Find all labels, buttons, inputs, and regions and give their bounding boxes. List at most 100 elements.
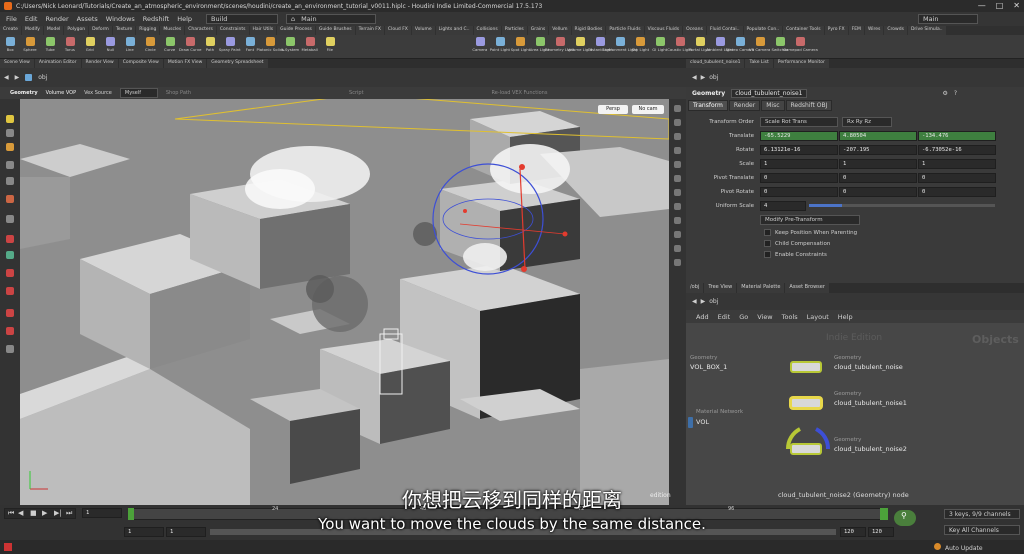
shading-icon[interactable] (674, 133, 681, 140)
back-icon[interactable]: ◀ (4, 74, 9, 81)
wireframe-icon[interactable] (674, 147, 681, 154)
tab-geometry-spreadsheet[interactable]: Geometry Spreadsheet (207, 59, 268, 68)
shelf-tool[interactable]: GI Light (650, 35, 670, 58)
shelf-tool[interactable]: Circle (140, 35, 160, 58)
param-field-x[interactable]: 6.13121e-16 (760, 144, 838, 155)
shelf-tool[interactable]: Distant Light (588, 35, 612, 58)
shelf-tab[interactable]: Rigging (136, 26, 160, 35)
param-field-x[interactable]: 0 (760, 186, 838, 197)
net-menu-view[interactable]: View (757, 313, 772, 321)
shelf-tab[interactable]: Crowds (884, 26, 907, 35)
node-name-field[interactable]: cloud_tubulent_noise1 (731, 88, 807, 98)
param-field-x[interactable]: 0 (760, 172, 838, 183)
node-cloud-tubulent-noise1[interactable] (790, 397, 822, 409)
build-dropdown[interactable]: Build (206, 14, 279, 24)
shelf-tab[interactable]: Rigid Bodies (571, 26, 606, 35)
shelf-tool[interactable]: Torus (60, 35, 80, 58)
menu-help[interactable]: Help (177, 15, 192, 23)
uniform-scale-slider[interactable] (809, 204, 995, 207)
shelf-tab[interactable]: Vellum (549, 26, 571, 35)
myself-dropdown[interactable]: Myself (119, 88, 158, 98)
net-menu-add[interactable]: Add (696, 313, 709, 321)
param-field-y[interactable]: 0 (839, 186, 917, 197)
shelf-tab[interactable]: Terrain FX (355, 26, 384, 35)
shelf-tool[interactable]: File (320, 35, 340, 58)
shelf-tab[interactable]: Texture (112, 26, 136, 35)
shelf-tool[interactable]: VR Camera (749, 35, 771, 58)
shelf-tab[interactable]: Lights and C.. (435, 26, 473, 35)
bounds-icon[interactable] (674, 259, 681, 266)
shelf-tab[interactable]: Viscous Fluids (644, 26, 683, 35)
param-field-z[interactable]: 0 (918, 172, 996, 183)
shelf-tab[interactable]: Volume (411, 26, 435, 35)
shelf-tab[interactable]: Pyro FX (824, 26, 848, 35)
shelf-tool[interactable]: Portal Light (689, 35, 711, 58)
tab-scene-view[interactable]: Scene View (0, 59, 34, 68)
main-dropdown[interactable]: ⌂ Main (286, 14, 377, 24)
param-field-z[interactable]: 0 (918, 186, 996, 197)
camera-tool-icon[interactable] (6, 327, 14, 335)
scale-tool-icon[interactable] (6, 161, 14, 169)
shelf-tab[interactable]: Grains (527, 26, 549, 35)
node-cloud-tubulent-noise[interactable] (790, 361, 822, 373)
gear-icon[interactable]: ⚙ (943, 90, 948, 97)
tab-material-palette[interactable]: Material Palette (737, 283, 785, 293)
subtab-misc[interactable]: Misc (761, 100, 785, 111)
tab-obj[interactable]: /obj (686, 283, 704, 293)
move-tool-icon[interactable] (6, 129, 14, 137)
shelf-tool[interactable]: Path (200, 35, 220, 58)
shelf-tool[interactable]: Ambient Light (707, 35, 733, 58)
param-field-y[interactable]: 1 (839, 158, 917, 169)
shelf-tool[interactable]: Point Light (490, 35, 510, 58)
network-path[interactable]: obj (709, 298, 718, 305)
shelf-tool[interactable]: Spray Paint (219, 35, 241, 58)
net-menu-layout[interactable]: Layout (807, 313, 829, 321)
shelf-tab[interactable]: Hair Utils (249, 26, 277, 35)
shelf-tool[interactable]: Metaball (300, 35, 320, 58)
forward-icon[interactable]: ▶ (15, 74, 20, 81)
persp-button[interactable]: Persp (598, 105, 628, 114)
param-path[interactable]: obj (709, 74, 718, 81)
shelf-tool[interactable]: Switcher (770, 35, 790, 58)
shelf-tool[interactable]: Draw Curve (179, 35, 201, 58)
param-field-z[interactable]: -6.73052e-16 (918, 144, 996, 155)
shelf-tool[interactable]: Geometry Light (545, 35, 575, 58)
net-menu-help[interactable]: Help (838, 313, 853, 321)
shelf-tab[interactable]: Modify (21, 26, 43, 35)
camera-view-icon[interactable] (674, 189, 681, 196)
close-button[interactable]: ✕ (1013, 1, 1020, 10)
light-tool-icon[interactable] (6, 309, 14, 317)
shelf-tab[interactable]: Cloud FX (384, 26, 411, 35)
flipbook-icon[interactable] (674, 217, 681, 224)
network-editor[interactable]: Indie Edition Objects Geometry VOL_BOX_1… (686, 323, 1024, 505)
render-tool-icon[interactable] (6, 345, 14, 353)
shelf-tab[interactable]: Model (43, 26, 64, 35)
shelf-tab[interactable]: Muscles (160, 26, 185, 35)
shelf-tab[interactable]: Create (0, 26, 21, 35)
menu-redshift[interactable]: Redshift (143, 15, 169, 23)
shelf-tab[interactable]: Oceans (683, 26, 706, 35)
shelf-tab[interactable]: Characters (185, 26, 216, 35)
transform-order-dropdown[interactable]: Scale Rot Trans (760, 116, 838, 127)
minimize-button[interactable]: — (978, 1, 986, 10)
auto-update-dropdown[interactable]: Auto Update (934, 543, 983, 552)
tab-tree-view[interactable]: Tree View (704, 283, 737, 293)
subtab-render[interactable]: Render (728, 100, 761, 111)
shelf-tool[interactable]: Spot Light (510, 35, 530, 58)
display-options-icon[interactable] (674, 105, 681, 112)
reload-vex-button[interactable]: Re-load VEX Functions (492, 90, 548, 96)
shelf-tool[interactable]: Box (0, 35, 20, 58)
uniform-scale-field[interactable]: 4 (760, 200, 806, 211)
rot-order-dropdown[interactable]: Rx Ry Rz (842, 116, 892, 127)
shelf-tool[interactable]: Caustic Light (668, 35, 692, 58)
handle-tool-icon[interactable] (6, 195, 14, 203)
shelf-tool[interactable]: Environment Light (602, 35, 638, 58)
param-field-x[interactable]: 1 (760, 158, 838, 169)
shelf-tab[interactable]: Collisions (473, 26, 501, 35)
scene-viewport[interactable] (20, 99, 669, 505)
tab-take-list[interactable]: Take List (745, 59, 773, 68)
param-field-y[interactable]: 4.80504 (839, 130, 917, 141)
shelf-tool[interactable]: Grid (80, 35, 100, 58)
shelf-tool[interactable]: Font (240, 35, 260, 58)
shelf-tool[interactable]: Platonic Solids (256, 35, 284, 58)
